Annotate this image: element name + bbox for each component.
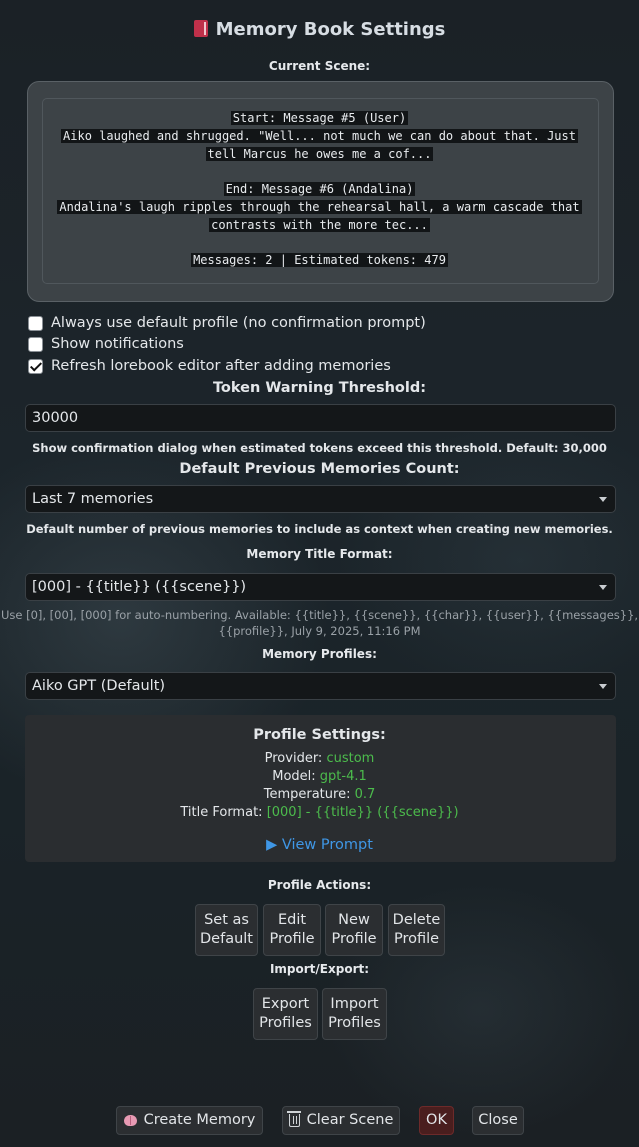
chevron-down-icon [599, 684, 607, 689]
memory-profiles-label: Memory Profiles: [262, 647, 377, 661]
prev-memories-help: Default number of previous memories to i… [26, 522, 613, 536]
profile-title-format-label: Title Format: [180, 805, 263, 820]
ok-label: OK [426, 1112, 447, 1128]
scene-start-text-2-span: tell Marcus he owes me a cof... [205, 147, 434, 161]
temperature-value: 0.7 [354, 787, 376, 802]
prev-memories-select[interactable]: Last 7 memories [25, 485, 616, 513]
scene-stats: Messages: 2 | Estimated tokens: 479 [0, 252, 639, 269]
edit-profile-line-2: Profile [269, 931, 315, 947]
current-scene-label: Current Scene: [268, 59, 371, 73]
delete-profile-button[interactable]: Delete Profile [388, 904, 445, 956]
close-button[interactable]: Close [472, 1106, 524, 1135]
always-default-profile-option[interactable]: Always use default profile (no confirmat… [28, 315, 426, 331]
show-notifications-label: Show notifications [51, 336, 184, 352]
temperature-row: Temperature: 0.7 [0, 787, 639, 802]
import-profiles-button[interactable]: Import Profiles [322, 988, 387, 1040]
memory-profiles-select[interactable]: Aiko GPT (Default) [25, 672, 616, 700]
book-icon [193, 20, 208, 37]
scene-stats-text: Messages: 2 | Estimated tokens: 479 [191, 253, 448, 267]
model-value: gpt-4.1 [319, 769, 367, 784]
provider-row: Provider: custom [0, 751, 639, 766]
scene-start-text-1-span: Aiko laughed and shrugged. "Well... not … [61, 129, 578, 143]
title-format-value: [000] - {{title}} ({{scene}}) [32, 579, 247, 595]
brain-icon [123, 1115, 137, 1126]
clear-scene-button[interactable]: Clear Scene [282, 1106, 400, 1135]
scene-start-header: Start: Message #5 (User) [0, 110, 639, 127]
delete-profile-line-1: Delete [392, 912, 441, 928]
export-line-1: Export [261, 996, 310, 1012]
scene-start-header-text: Start: Message #5 (User) [230, 111, 409, 125]
edit-profile-button[interactable]: Edit Profile [263, 904, 321, 956]
ok-button[interactable]: OK [419, 1106, 454, 1135]
title-format-help-1: Use [0], [00], [000] for auto-numbering.… [0, 608, 639, 622]
chevron-down-icon [599, 585, 607, 590]
refresh-lorebook-checkbox[interactable] [28, 358, 43, 374]
edit-profile-button-label: Edit Profile [269, 911, 314, 949]
scene-end-header: End: Message #6 (Andalina) [0, 181, 639, 198]
prev-memories-value: Last 7 memories [32, 491, 154, 507]
export-line-2: Profiles [259, 1015, 312, 1031]
delete-profile-button-label: Delete Profile [393, 911, 441, 949]
clear-scene-label: Clear Scene [306, 1112, 394, 1128]
set-default-button-label: Set as Default [200, 911, 253, 949]
trash-icon [286, 1111, 301, 1127]
model-label: Model: [272, 769, 316, 784]
token-threshold-label: Token Warning Threshold: [212, 380, 427, 396]
scene-start-text-1: Aiko laughed and shrugged. "Well... not … [0, 128, 639, 145]
temperature-label: Temperature: [263, 787, 351, 802]
set-default-button[interactable]: Set as Default [195, 904, 258, 956]
scene-end-text-2-span: contrasts with the more tec... [209, 218, 430, 232]
refresh-lorebook-label: Refresh lorebook editor after adding mem… [51, 358, 391, 374]
chevron-down-icon [599, 497, 607, 502]
prev-memories-label: Default Previous Memories Count: [179, 461, 460, 477]
provider-label: Provider: [264, 751, 323, 766]
token-threshold-help: Show confirmation dialog when estimated … [32, 441, 607, 455]
profile-settings-heading: Profile Settings: [253, 727, 386, 743]
new-profile-button-label: New Profile [331, 911, 376, 949]
profile-actions-label: Profile Actions: [267, 878, 372, 892]
new-profile-line-1: New [338, 912, 370, 928]
export-profiles-button[interactable]: Export Profiles [253, 988, 318, 1040]
new-profile-button[interactable]: New Profile [325, 904, 383, 956]
create-memory-label: Create Memory [143, 1112, 256, 1128]
new-profile-line-2: Profile [331, 931, 377, 947]
refresh-lorebook-option[interactable]: Refresh lorebook editor after adding mem… [28, 358, 391, 374]
provider-value: custom [326, 751, 375, 766]
edit-profile-line-1: Edit [277, 912, 307, 928]
scene-end-header-text: End: Message #6 (Andalina) [223, 182, 416, 196]
title-format-select[interactable]: [000] - {{title}} ({{scene}}) [25, 573, 616, 601]
profile-title-format-value: [000] - {{title}} ({{scene}}) [266, 805, 459, 820]
import-line-1: Import [330, 996, 379, 1012]
create-memory-button[interactable]: Create Memory [116, 1106, 263, 1135]
scene-end-text-1: Andalina's laugh ripples through the reh… [0, 199, 639, 216]
view-prompt-row: ▶ View Prompt [0, 834, 639, 853]
show-notifications-option[interactable]: Show notifications [28, 336, 184, 352]
import-profiles-button-label: Import Profiles [328, 995, 381, 1033]
view-prompt-toggle[interactable]: ▶ View Prompt [266, 837, 373, 853]
show-notifications-checkbox[interactable] [28, 336, 43, 352]
export-profiles-button-label: Export Profiles [259, 995, 312, 1033]
import-export-label: Import/Export: [269, 962, 370, 976]
title-format-label: Memory Title Format: [246, 547, 393, 561]
scene-start-text-2: tell Marcus he owes me a cof... [0, 146, 639, 163]
model-row: Model: gpt-4.1 [0, 769, 639, 784]
set-default-line-1: Set as [204, 912, 249, 928]
memory-profiles-value: Aiko GPT (Default) [32, 678, 166, 694]
title-format-row: Title Format: [000] - {{title}} ({{scene… [0, 805, 639, 820]
scene-end-text-1-span: Andalina's laugh ripples through the reh… [57, 200, 582, 214]
title-format-help-2: {{profile}}, July 9, 2025, 11:16 PM [218, 624, 421, 638]
set-default-line-2: Default [200, 931, 253, 947]
close-label: Close [478, 1112, 518, 1128]
token-threshold-input[interactable]: 30000 [25, 404, 616, 432]
always-default-profile-checkbox[interactable] [28, 315, 43, 331]
dialog-title: Memory Book Settings [0, 19, 639, 40]
import-line-2: Profiles [328, 1015, 381, 1031]
always-default-profile-label: Always use default profile (no confirmat… [51, 315, 426, 331]
delete-profile-line-2: Profile [393, 931, 440, 947]
dialog-title-text: Memory Book Settings [215, 19, 446, 40]
scene-end-text-2: contrasts with the more tec... [0, 217, 639, 234]
